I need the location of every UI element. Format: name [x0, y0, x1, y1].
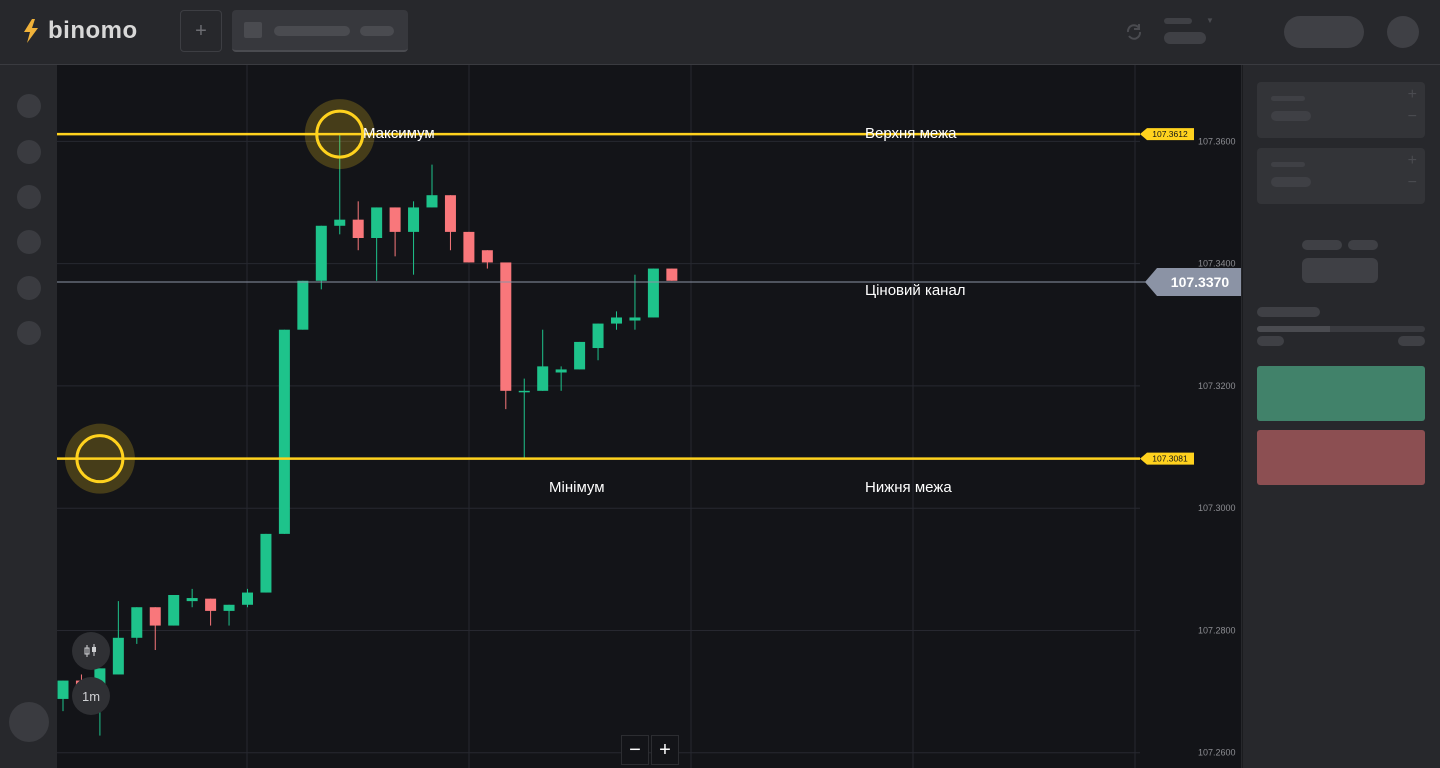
trade-panel: + − + −: [1242, 65, 1440, 768]
time-label-placeholder: [1271, 96, 1305, 101]
candle-body: [278, 329, 290, 534]
price-channel-label: Ціновий канал: [865, 282, 966, 299]
asset-percent-placeholder: [360, 26, 394, 36]
payout-label-placeholder: [1302, 240, 1342, 250]
refresh-icon[interactable]: [1124, 22, 1144, 42]
y-tick-label: 107.2600: [1198, 748, 1236, 758]
candle-body: [574, 341, 586, 370]
chat-icon[interactable]: [9, 702, 49, 742]
candle-body: [352, 219, 364, 238]
avatar[interactable]: [1387, 16, 1419, 48]
y-tick-label: 107.3600: [1198, 136, 1236, 146]
payout-value-placeholder: [1302, 258, 1378, 283]
amount-label-placeholder: [1271, 162, 1305, 167]
logo-text: binomo: [48, 17, 138, 44]
logo-icon: [24, 19, 38, 43]
y-tick-label: 107.3000: [1198, 503, 1236, 513]
sentiment-left-placeholder: [1257, 336, 1284, 346]
candle-body: [334, 219, 346, 226]
plus-icon[interactable]: +: [1408, 86, 1417, 104]
add-asset-tab-button[interactable]: +: [180, 10, 222, 52]
asset-name-placeholder: [274, 26, 350, 36]
candle-body: [592, 323, 604, 349]
candle-body: [168, 595, 180, 626]
candle-body: [629, 317, 641, 321]
timeframe-button[interactable]: 1m: [72, 677, 110, 715]
deposit-button[interactable]: [1284, 16, 1364, 48]
y-tick-label: 107.3400: [1198, 259, 1236, 269]
candle-body: [463, 231, 475, 263]
candle-body: [205, 598, 217, 611]
maximum-label: Максимум: [363, 125, 435, 142]
down-button[interactable]: [1257, 430, 1425, 485]
zoom-in-button[interactable]: +: [651, 735, 679, 765]
candle-body: [518, 390, 530, 393]
help-icon[interactable]: [17, 321, 41, 345]
time-input[interactable]: + −: [1257, 82, 1425, 138]
candle-body: [666, 268, 678, 281]
chart-background: [57, 65, 1241, 768]
trades-icon[interactable]: [17, 140, 41, 164]
candle-body: [223, 604, 235, 611]
payout-label-placeholder: [1348, 240, 1378, 250]
trader-sentiment-bar: [1257, 326, 1425, 332]
candle-body: [297, 280, 309, 330]
price-chart[interactable]: 107.2600 107.2800 107.3000 107.3200 107.3400…: [57, 65, 1241, 768]
left-sidebar: [0, 65, 58, 768]
candle-body: [426, 195, 438, 208]
candle-body: [408, 207, 420, 232]
candle-body: [57, 680, 69, 699]
minus-icon[interactable]: −: [1408, 174, 1417, 192]
trader-sentiment-fill: [1257, 326, 1330, 332]
candle-body: [389, 207, 401, 232]
market-icon[interactable]: [17, 185, 41, 209]
candle-body: [149, 607, 161, 626]
asset-tab[interactable]: [232, 10, 408, 52]
level-price-label: 107.3612: [1152, 129, 1188, 139]
amount-value-placeholder: [1271, 177, 1311, 187]
chevron-down-icon: ▼: [1206, 16, 1214, 25]
candle-body: [444, 195, 456, 232]
candle-body: [481, 250, 493, 263]
events-icon[interactable]: [17, 230, 41, 254]
candle-body: [537, 366, 549, 391]
chart-type-button[interactable]: [72, 632, 110, 670]
top-bar: binomo + ▼: [0, 0, 1440, 65]
current-price-label: 107.3370: [1171, 274, 1230, 290]
plus-icon[interactable]: +: [1408, 152, 1417, 170]
candle-body: [186, 598, 198, 602]
lower-boundary-label: Нижня межа: [865, 479, 952, 496]
candle-body: [131, 607, 143, 638]
account-selector[interactable]: ▼: [1164, 16, 1224, 46]
sentiment-right-placeholder: [1398, 336, 1425, 346]
amount-input[interactable]: + −: [1257, 148, 1425, 204]
trader-sentiment-title-placeholder: [1257, 307, 1320, 317]
candle-body: [315, 225, 327, 281]
candle-body: [242, 592, 253, 605]
minimum-label: Мінімум: [549, 479, 605, 496]
level-price-label: 107.3081: [1152, 454, 1188, 464]
zoom-out-button[interactable]: −: [621, 735, 649, 765]
candle-body: [611, 317, 622, 324]
account-type-placeholder: [1164, 18, 1192, 24]
upper-boundary-label: Верхня межа: [865, 125, 957, 142]
candle-body: [371, 207, 383, 238]
time-value-placeholder: [1271, 111, 1311, 121]
balance-placeholder: [1164, 32, 1206, 44]
asset-flag-icon: [244, 22, 262, 38]
y-tick-label: 107.3200: [1198, 381, 1236, 391]
achievements-icon[interactable]: [17, 276, 41, 300]
candle-body: [555, 369, 567, 373]
y-tick-label: 107.2800: [1198, 625, 1236, 635]
logo[interactable]: binomo: [22, 17, 138, 45]
up-button[interactable]: [1257, 366, 1425, 421]
candle-body: [260, 533, 272, 593]
candle-body: [647, 268, 659, 318]
candles-icon: [84, 644, 96, 657]
candle-body: [112, 637, 124, 675]
minus-icon[interactable]: −: [1408, 108, 1417, 126]
menu-icon[interactable]: [17, 94, 41, 118]
